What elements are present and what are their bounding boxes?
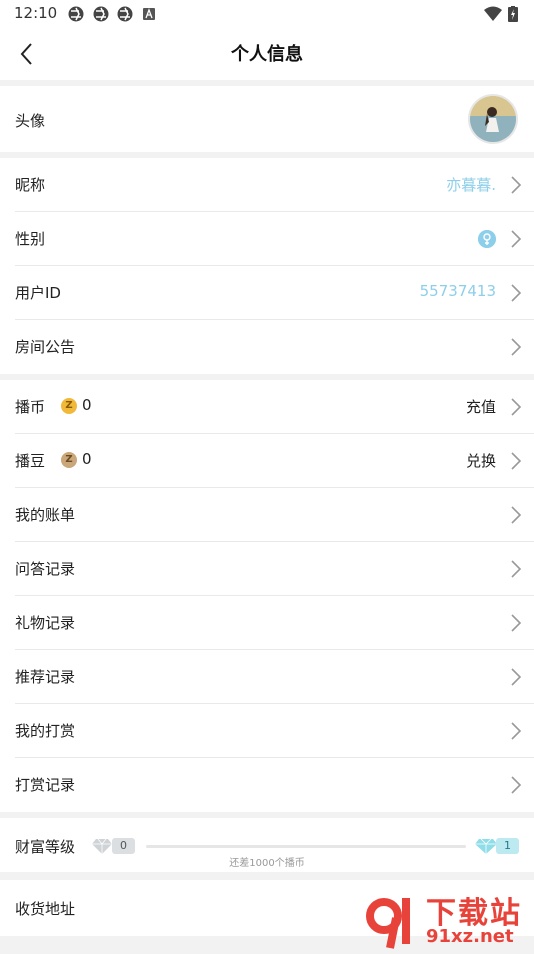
status-time: 12:10 <box>14 4 58 22</box>
female-icon <box>478 230 496 248</box>
diamond-blue-icon <box>475 838 497 854</box>
coin-value: 0 <box>82 396 92 414</box>
watermark-domain-text: 91xz.net <box>426 926 514 947</box>
bean-label: 播豆 <box>15 452 46 470</box>
wealth-hint: 还差1000个播币 <box>229 858 305 869</box>
aperture-icon <box>117 6 133 22</box>
chevron-right-icon <box>511 668 522 686</box>
avatar-row[interactable]: 头像 <box>0 86 534 152</box>
chevron-right-icon <box>511 452 522 470</box>
bill-row[interactable]: 我的账单 <box>0 488 534 542</box>
my-reward-row[interactable]: 我的打赏 <box>0 704 534 758</box>
room-notice-label: 房间公告 <box>15 338 76 356</box>
chevron-right-icon <box>511 776 522 794</box>
qa-record-label: 问答记录 <box>15 560 76 578</box>
gender-label: 性别 <box>15 230 46 248</box>
recommend-record-row[interactable]: 推荐记录 <box>0 650 534 704</box>
avatar-label: 头像 <box>15 112 46 130</box>
chevron-right-icon <box>511 284 522 302</box>
qa-record-row[interactable]: 问答记录 <box>0 542 534 596</box>
next-level-badge: 1 <box>496 838 519 854</box>
nickname-row[interactable]: 昵称 亦暮暮. <box>0 158 534 212</box>
chevron-right-icon <box>511 338 522 356</box>
chevron-right-icon <box>511 398 522 416</box>
reward-record-label: 打赏记录 <box>15 776 76 794</box>
gift-record-row[interactable]: 礼物记录 <box>0 596 534 650</box>
user-id-label: 用户ID <box>15 284 61 302</box>
bill-label: 我的账单 <box>15 506 76 524</box>
exchange-link[interactable]: 兑换 <box>466 450 496 471</box>
current-level-badge: 0 <box>112 838 135 854</box>
nickname-label: 昵称 <box>15 176 46 194</box>
coin-label: 播币 <box>15 398 46 416</box>
status-bar: 12:10 <box>0 0 534 28</box>
diamond-icon <box>92 838 112 854</box>
reward-record-row[interactable]: 打赏记录 <box>0 758 534 812</box>
aperture-icon <box>93 6 109 22</box>
coin-icon: Z <box>61 398 77 414</box>
chevron-right-icon <box>511 506 522 524</box>
recommend-record-label: 推荐记录 <box>15 668 76 686</box>
nav-bar: 个人信息 <box>0 28 534 80</box>
room-notice-row[interactable]: 房间公告 <box>0 320 534 374</box>
gender-row[interactable]: 性别 <box>0 212 534 266</box>
chevron-right-icon <box>511 230 522 248</box>
bean-row[interactable]: 播豆 Z 0 兑换 <box>0 434 534 488</box>
watermark-logo: 下载站 91xz.net <box>360 888 530 950</box>
avatar[interactable] <box>468 94 518 144</box>
chevron-right-icon <box>511 176 522 194</box>
a-box-icon <box>143 8 155 20</box>
bean-value: 0 <box>82 450 92 468</box>
wealth-level-row: 财富等级 0 1 还差1000个播币 <box>0 818 534 872</box>
wealth-progress-bar <box>146 845 466 848</box>
user-id-value: 55737413 <box>419 282 496 300</box>
page-title: 个人信息 <box>231 44 303 65</box>
gift-record-label: 礼物记录 <box>15 614 76 632</box>
avatar-image <box>470 96 516 142</box>
coin-row[interactable]: 播币 Z 0 充值 <box>0 380 534 434</box>
user-id-row[interactable]: 用户ID 55737413 <box>0 266 534 320</box>
aperture-icon <box>68 6 84 22</box>
bean-icon: Z <box>61 452 77 468</box>
address-label: 收货地址 <box>15 900 76 918</box>
recharge-link[interactable]: 充值 <box>466 396 496 417</box>
chevron-right-icon <box>511 722 522 740</box>
chevron-right-icon <box>511 614 522 632</box>
wifi-icon <box>484 6 502 21</box>
nickname-value: 亦暮暮. <box>446 176 496 194</box>
my-reward-label: 我的打赏 <box>15 722 76 740</box>
battery-charging-icon <box>508 6 518 22</box>
chevron-right-icon <box>511 560 522 578</box>
